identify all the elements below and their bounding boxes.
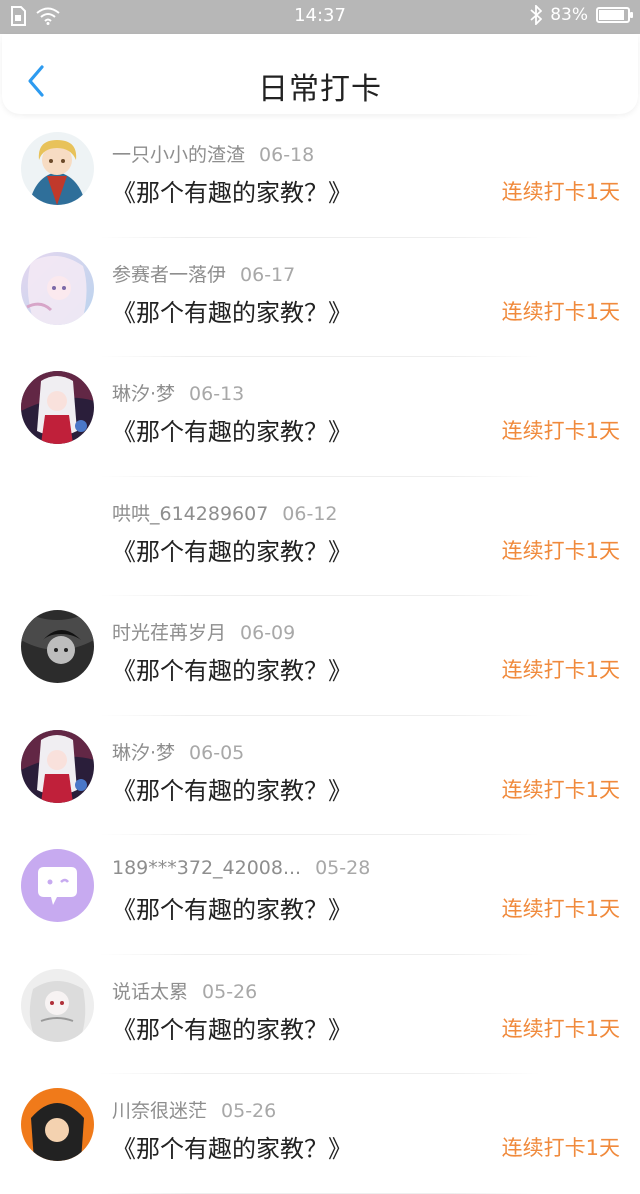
status-right-icons: 83% [530, 5, 633, 25]
list-item[interactable]: 琳汐·梦 06-05 《那个有趣的家教？》 连续打卡1天 [0, 716, 640, 835]
list-item[interactable]: 川奈很迷茫 05-26 《那个有趣的家教？》 连续打卡1天 [0, 1074, 640, 1194]
book-title: 《那个有趣的家教？》 [112, 896, 352, 924]
avatar[interactable] [21, 610, 94, 683]
username[interactable]: 琳汐·梦 [112, 742, 175, 764]
book-title: 《那个有趣的家教？》 [112, 1135, 352, 1163]
page-title: 日常打卡 [258, 72, 382, 107]
entry-meta: 一只小小的渣渣 06-18 [112, 140, 314, 167]
entry-date: 06-05 [189, 741, 245, 764]
entry-meta: 川奈很迷茫 05-26 [112, 1096, 276, 1123]
battery-percent: 83% [550, 5, 588, 25]
entry-meta: 时光荏苒岁月 06-09 [112, 618, 295, 645]
list-item[interactable]: 189***372_42008... 05-28 《那个有趣的家教？》 连续打卡1天 [0, 835, 640, 955]
avatar[interactable] [21, 371, 94, 444]
username[interactable]: 哄哄_614289607 [112, 503, 268, 525]
entry-meta: 哄哄_614289607 06-12 [112, 499, 338, 526]
book-title: 《那个有趣的家教？》 [112, 1015, 352, 1044]
entry-date: 06-09 [240, 622, 296, 644]
divider [100, 1192, 540, 1194]
entry-meta: 参赛者一落伊 06-17 [112, 260, 295, 287]
avatar[interactable] [21, 968, 94, 1042]
avatar[interactable] [21, 491, 94, 564]
status-bar: 14:37 83% [0, 0, 640, 34]
username[interactable]: 一只小小的渣渣 [112, 144, 245, 166]
book-title: 《那个有趣的家教？》 [112, 776, 352, 805]
list-item[interactable]: 琳汐·梦 06-13 《那个有趣的家教？》 连续打卡1天 [0, 357, 640, 477]
avatar[interactable] [21, 1088, 94, 1161]
streak-label: 连续打卡1天 [501, 1136, 620, 1160]
avatar[interactable] [21, 729, 94, 803]
username[interactable]: 参赛者一落伊 [112, 264, 226, 286]
streak-label: 连续打卡1天 [501, 419, 620, 443]
avatar[interactable] [21, 251, 94, 325]
streak-label: 连续打卡1天 [501, 658, 620, 682]
entry-date: 05-28 [315, 857, 371, 879]
navigation-bar: 日常打卡 [2, 34, 638, 114]
list-item[interactable]: 参赛者一落伊 06-17 《那个有趣的家教？》 连续打卡1天 [0, 238, 640, 357]
entry-date: 06-13 [189, 383, 245, 405]
entry-date: 06-12 [282, 502, 338, 525]
book-title: 《那个有趣的家教？》 [112, 657, 352, 685]
entry-meta: 说话太累 05-26 [112, 977, 257, 1004]
list-item[interactable]: 说话太累 05-26 《那个有趣的家教？》 连续打卡1天 [0, 955, 640, 1074]
streak-label: 连续打卡1天 [501, 299, 620, 324]
book-title: 《那个有趣的家教？》 [112, 418, 352, 446]
streak-label: 连续打卡1天 [501, 897, 620, 921]
streak-label: 连续打卡1天 [501, 1016, 620, 1041]
entry-date: 06-18 [259, 144, 315, 166]
battery-icon [596, 7, 633, 23]
book-title: 《那个有趣的家教？》 [112, 537, 352, 566]
entry-date: 05-26 [202, 980, 258, 1003]
entry-meta: 189***372_42008... 05-28 [112, 857, 370, 879]
streak-label: 连续打卡1天 [501, 538, 620, 563]
avatar[interactable] [21, 132, 94, 205]
username[interactable]: 琳汐·梦 [112, 383, 175, 405]
battery-level [599, 10, 624, 20]
list-item[interactable]: 时光荏苒岁月 06-09 《那个有趣的家教？》 连续打卡1天 [0, 596, 640, 716]
streak-label: 连续打卡1天 [501, 180, 620, 204]
username[interactable]: 川奈很迷茫 [112, 1100, 207, 1122]
username[interactable]: 时光荏苒岁月 [112, 622, 226, 644]
entry-date: 06-17 [240, 263, 296, 286]
entry-meta: 琳汐·梦 06-05 [112, 738, 244, 765]
bluetooth-icon [530, 5, 543, 25]
list-item[interactable]: 哄哄_614289607 06-12 《那个有趣的家教？》 连续打卡1天 [0, 477, 640, 596]
avatar[interactable] [21, 849, 94, 922]
list-item[interactable]: 一只小小的渣渣 06-18 《那个有趣的家教？》 连续打卡1天 [0, 118, 640, 238]
streak-label: 连续打卡1天 [501, 777, 620, 802]
book-title: 《那个有趣的家教？》 [112, 179, 352, 207]
username[interactable]: 189***372_42008... [112, 857, 301, 879]
checkin-list: 一只小小的渣渣 06-18 《那个有趣的家教？》 连续打卡1天 参赛者一落伊 06-17 《… [0, 118, 640, 1194]
entry-date: 05-26 [221, 1100, 277, 1122]
username[interactable]: 说话太累 [112, 981, 188, 1003]
book-title: 《那个有趣的家教？》 [112, 298, 352, 327]
entry-meta: 琳汐·梦 06-13 [112, 379, 244, 406]
